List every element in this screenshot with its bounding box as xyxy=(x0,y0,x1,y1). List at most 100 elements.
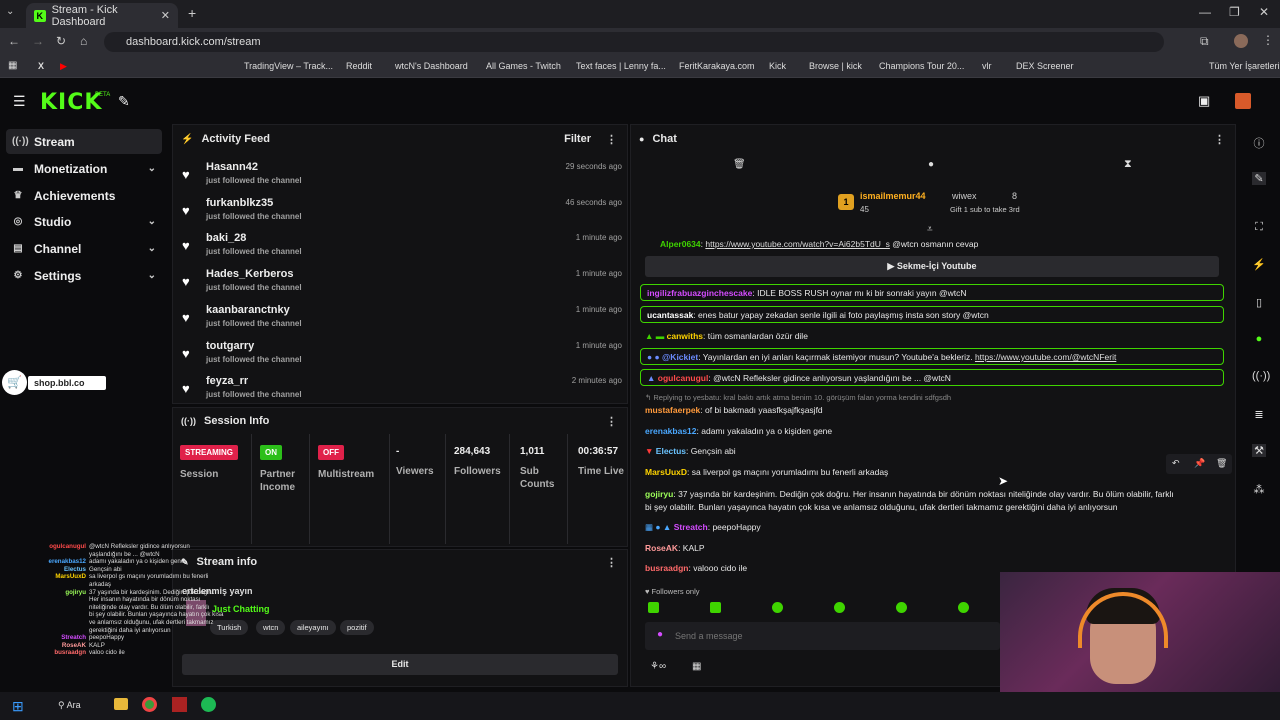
users-icon[interactable]: ⚘∞ xyxy=(650,661,666,672)
bookmark-youtube-icon[interactable]: ▶ xyxy=(60,61,67,72)
top-gifter-name[interactable]: ismailmemur44 xyxy=(860,191,926,201)
hamburger-menu-icon[interactable]: ☰ xyxy=(13,93,26,110)
chat-username[interactable]: Alper0634 xyxy=(660,239,701,249)
document-icon[interactable]: ▯ xyxy=(1252,296,1266,309)
chat-username[interactable]: erenakbas12 xyxy=(645,426,697,436)
tab-close-icon[interactable]: ✕ xyxy=(161,9,170,22)
taskbar-search[interactable]: ⚲ Ara xyxy=(58,700,81,711)
close-window-button[interactable]: ✕ xyxy=(1259,5,1269,19)
bolt-icon[interactable]: ⚡ xyxy=(1252,258,1266,271)
trash-icon[interactable]: 🗑 xyxy=(733,159,746,170)
chat-username[interactable]: MarsUuxD xyxy=(645,467,687,477)
chat-username[interactable]: busraadgn xyxy=(645,563,688,573)
apps-icon[interactable]: ▦ xyxy=(8,60,17,71)
chat-link[interactable]: https://www.youtube.com/watch?v=Ai62b5Td… xyxy=(705,239,890,249)
chat-username[interactable]: RoseAK xyxy=(645,543,678,553)
pen-icon[interactable]: ✎ xyxy=(118,93,130,110)
menu-icon[interactable]: ⋮ xyxy=(1262,33,1274,47)
new-tab-button[interactable]: + xyxy=(188,5,196,21)
chat-username[interactable]: @Kickiet xyxy=(662,352,698,362)
home-icon[interactable]: ⌂ xyxy=(80,34,87,48)
follower-name[interactable]: kaanbaranctnky xyxy=(206,304,290,316)
chat-bubble-icon[interactable]: ● xyxy=(1252,333,1266,345)
kick-logo[interactable]: KICK xyxy=(40,90,102,115)
youtube-embed-button[interactable]: ▶ Sekme-İçi Youtube xyxy=(645,256,1219,277)
bookmark-item[interactable]: vlr xyxy=(982,61,992,71)
forward-icon[interactable]: → xyxy=(32,34,44,48)
follower-name[interactable]: toutgarry xyxy=(206,340,254,352)
hourglass-icon[interactable]: ⧗ xyxy=(1124,158,1132,171)
chat-username[interactable]: ogulcanugul xyxy=(658,373,709,383)
follower-name[interactable]: Hasann42 xyxy=(206,161,258,173)
bookmark-item[interactable]: DEX Screener xyxy=(1016,61,1074,71)
more-options-icon[interactable]: ⋮ xyxy=(1214,133,1225,146)
filter-button[interactable]: Filter xyxy=(564,133,591,145)
follower-name[interactable]: furkanblkz35 xyxy=(206,197,273,209)
chrome-icon[interactable] xyxy=(142,697,157,712)
all-bookmarks-link[interactable]: Tüm Yer İşaretleri xyxy=(1209,61,1280,71)
broadcast-icon[interactable]: ((·)) xyxy=(1252,370,1270,382)
fullscreen-icon[interactable]: ⛶ xyxy=(1252,221,1266,234)
chat-username[interactable]: ucantassak xyxy=(647,310,693,320)
sidebar-item-channel[interactable]: ▤ Channel ⌄ xyxy=(6,236,162,261)
shapes-icon[interactable]: ⁂ xyxy=(1252,483,1266,496)
browser-tab[interactable]: K Stream - Kick Dashboard ✕ xyxy=(26,3,178,28)
reload-icon[interactable]: ↻ xyxy=(56,34,66,48)
bookmark-item[interactable]: Browse | kick xyxy=(809,61,862,71)
screen-share-icon[interactable]: ▣ xyxy=(1198,93,1210,109)
bookmark-item[interactable]: Reddit xyxy=(346,61,372,71)
emote-icon[interactable] xyxy=(648,602,659,613)
gift-prompt[interactable]: Gift 1 sub to take 3rd xyxy=(950,205,1020,214)
windows-start-icon[interactable]: ⊞ xyxy=(12,698,24,715)
user-avatar[interactable] xyxy=(1235,93,1251,109)
chat-username[interactable]: Streatch xyxy=(674,522,708,532)
bookmark-item[interactable]: Champions Tour 20... xyxy=(879,61,964,71)
minimize-button[interactable]: — xyxy=(1199,5,1211,19)
chat-bubble-icon[interactable]: ● xyxy=(928,159,934,170)
bookmark-item[interactable]: FeritKarakaya.com xyxy=(679,61,755,71)
sidebar-item-monetization[interactable]: ▬ Monetization ⌄ xyxy=(6,156,162,181)
spotify-icon[interactable] xyxy=(201,697,216,712)
app-icon[interactable] xyxy=(172,697,187,712)
follower-name[interactable]: Hades_Kerberos xyxy=(206,268,293,280)
sidebar-item-studio[interactable]: ◎ Studio ⌄ xyxy=(6,209,162,234)
follower-name[interactable]: feyza_rr xyxy=(206,375,248,387)
info-icon[interactable]: ⓘ xyxy=(1252,135,1266,151)
collapse-icon[interactable]: ⩡ xyxy=(927,224,933,235)
sidebar-item-achievements[interactable]: ♛ Achievements xyxy=(6,183,162,208)
chat-username[interactable]: Electus xyxy=(656,446,686,456)
store-icon[interactable]: ▦ xyxy=(692,661,701,672)
emote-icon[interactable] xyxy=(896,602,907,613)
bookmark-x-icon[interactable]: X xyxy=(38,61,44,71)
tab-search-icon[interactable]: ⌄ xyxy=(6,6,14,17)
pin-icon[interactable]: 📌 xyxy=(1194,458,1205,469)
emote-icon[interactable] xyxy=(772,602,783,613)
chat-input[interactable] xyxy=(675,626,995,646)
follower-name[interactable]: baki_28 xyxy=(206,232,246,244)
chat-username[interactable]: ingilizfrabuazginchescake xyxy=(647,288,752,298)
stack-icon[interactable]: ≣ xyxy=(1252,408,1266,421)
sidebar-item-settings[interactable]: ⚙ Settings ⌄ xyxy=(6,263,162,288)
url-input[interactable]: dashboard.kick.com/stream xyxy=(104,32,1164,52)
more-options-icon[interactable]: ⋮ xyxy=(606,133,617,146)
trash-icon[interactable]: 🗑 xyxy=(1216,458,1227,469)
emote-icon[interactable] xyxy=(710,602,721,613)
back-icon[interactable]: ← xyxy=(8,34,20,48)
microphone-icon[interactable]: ● xyxy=(657,629,663,640)
reply-icon[interactable]: ↶ xyxy=(1172,458,1180,469)
file-explorer-icon[interactable] xyxy=(114,698,128,710)
emote-icon[interactable] xyxy=(834,602,845,613)
wrench-icon[interactable]: ⚒ xyxy=(1252,444,1266,457)
emote-icon[interactable] xyxy=(958,602,969,613)
bookmark-item[interactable]: Text faces | Lenny fa... xyxy=(576,61,666,71)
chat-username[interactable]: mustafaerpek xyxy=(645,405,700,415)
chat-link[interactable]: https://www.youtube.com/@wtcNFerit xyxy=(975,352,1116,362)
second-gifter-name[interactable]: wiwex xyxy=(952,191,977,201)
pen-icon[interactable]: ✎ xyxy=(1252,172,1266,185)
more-options-icon[interactable]: ⋮ xyxy=(606,415,617,428)
edit-button[interactable]: Edit xyxy=(182,654,618,675)
chat-username[interactable]: canwiths xyxy=(667,331,703,341)
bookmark-item[interactable]: Kick xyxy=(769,61,786,71)
maximize-button[interactable]: ❐ xyxy=(1229,5,1240,19)
sidebar-item-stream[interactable]: ((·)) Stream xyxy=(6,129,162,154)
